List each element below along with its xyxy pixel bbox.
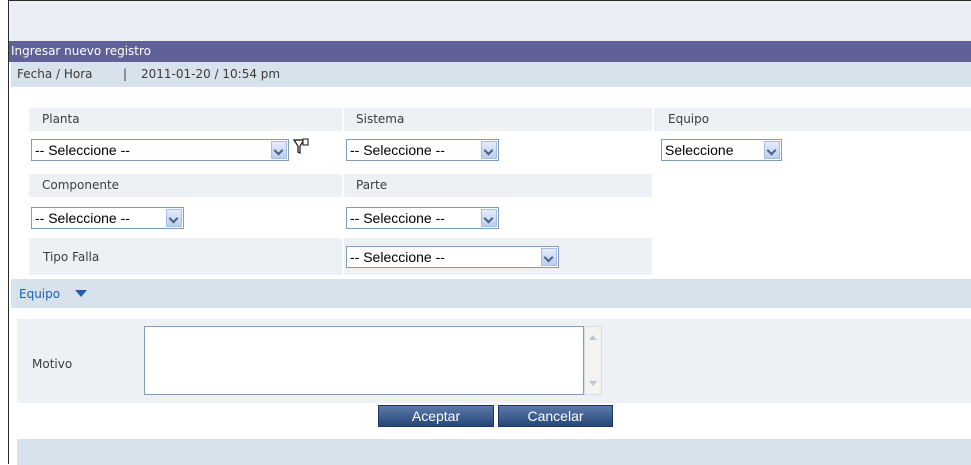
- fecha-separator: |: [123, 67, 128, 81]
- equipo-select[interactable]: Seleccione: [661, 139, 782, 161]
- parte-select-value: -- Seleccione --: [350, 210, 445, 226]
- motivo-textarea[interactable]: [144, 326, 584, 395]
- triangle-down-icon[interactable]: [75, 290, 87, 297]
- parte-label-cell: Parte: [344, 174, 652, 197]
- tipo-falla-label: Tipo Falla: [43, 250, 100, 264]
- scroll-down-icon[interactable]: [589, 381, 597, 386]
- fecha-row: Fecha / Hora | 2011-01-20 / 10:54 pm: [11, 62, 971, 87]
- parte-label: Parte: [356, 178, 388, 192]
- chevron-down-icon: [541, 248, 557, 266]
- tipo-falla-select-value: -- Seleccione --: [350, 249, 445, 265]
- sistema-label: Sistema: [356, 112, 405, 126]
- aceptar-button[interactable]: Aceptar: [378, 405, 494, 427]
- equipo-label-cell: Equipo: [654, 108, 971, 131]
- sistema-label-cell: Sistema: [344, 108, 652, 131]
- chevron-down-icon: [481, 141, 497, 159]
- scroll-up-icon[interactable]: [589, 335, 597, 340]
- motivo-label: Motivo: [32, 357, 73, 371]
- equipo-select-value: Seleccione: [665, 142, 734, 158]
- componente-label-cell: Componente: [29, 174, 342, 197]
- equipo-section-toggle[interactable]: Equipo: [19, 287, 60, 301]
- chevron-down-icon: [764, 141, 780, 159]
- top-strip: [9, 1, 971, 41]
- equipo-section-band: Equipo: [11, 279, 971, 308]
- fecha-value: 2011-01-20 / 10:54 pm: [141, 67, 281, 81]
- componente-select-value: -- Seleccione --: [35, 210, 130, 226]
- panel-title: Ingresar nuevo registro: [9, 41, 971, 62]
- filter-icon[interactable]: [292, 137, 310, 157]
- chevron-down-icon: [481, 209, 497, 227]
- cancelar-button[interactable]: Cancelar: [498, 405, 613, 427]
- planta-label-cell: Planta: [29, 108, 342, 131]
- sistema-select-value: -- Seleccione --: [350, 142, 445, 158]
- tipo-falla-label-cell: Tipo Falla: [29, 238, 342, 275]
- tipo-falla-select[interactable]: -- Seleccione --: [346, 246, 559, 268]
- planta-label: Planta: [42, 112, 80, 126]
- fecha-label: Fecha / Hora: [17, 67, 93, 81]
- parte-select[interactable]: -- Seleccione --: [346, 207, 499, 229]
- chevron-down-icon: [166, 209, 182, 227]
- componente-select[interactable]: -- Seleccione --: [31, 207, 184, 229]
- componente-label: Componente: [42, 178, 120, 192]
- chevron-down-icon: [271, 141, 287, 159]
- planta-select-value: -- Seleccione --: [35, 142, 130, 158]
- form-panel: Ingresar nuevo registro Fecha / Hora | 2…: [8, 0, 971, 465]
- planta-select[interactable]: -- Seleccione --: [31, 139, 289, 161]
- bottom-band: [17, 439, 971, 465]
- sistema-select[interactable]: -- Seleccione --: [346, 139, 499, 161]
- equipo-label: Equipo: [668, 112, 710, 126]
- motivo-scrollbar[interactable]: [584, 326, 602, 395]
